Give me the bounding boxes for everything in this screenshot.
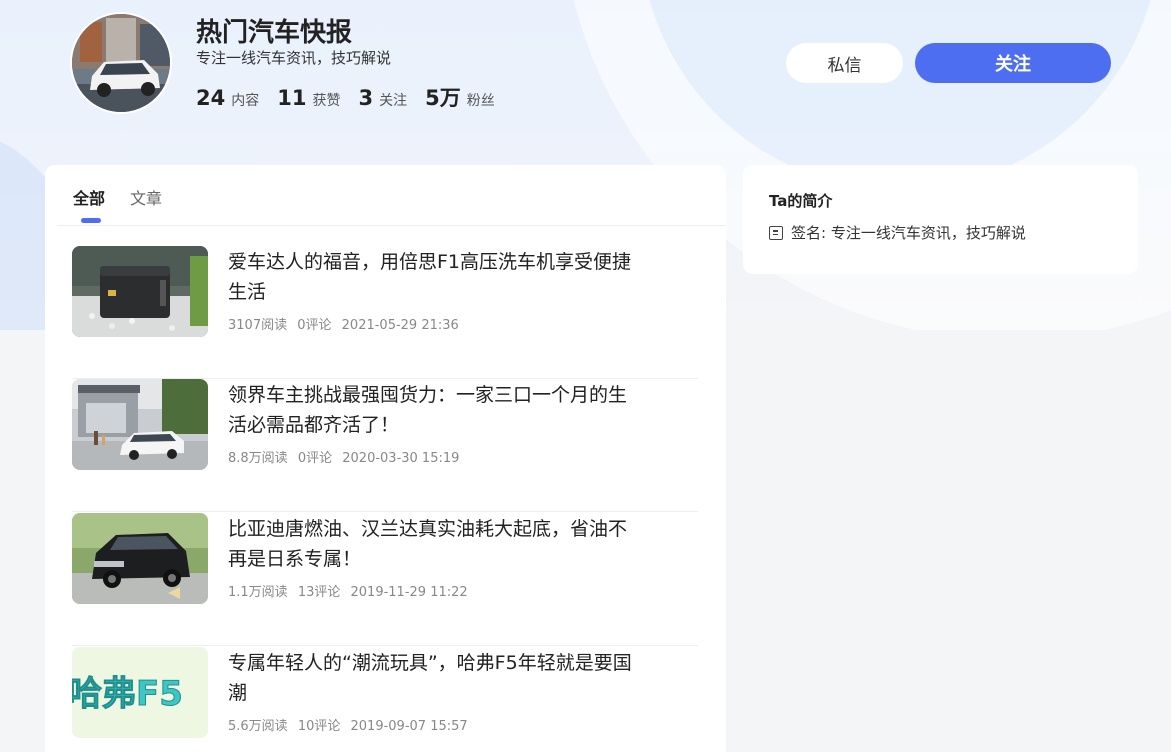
stat-label: 内容 — [231, 93, 260, 109]
profile-stats: 24 内容 11 获赞 3 关注 5万 粉丝 — [196, 82, 513, 112]
article-time: 2019-11-29 11:22 — [350, 585, 468, 600]
avatar[interactable] — [70, 12, 172, 114]
article-comments: 0评论 — [297, 451, 333, 466]
article-time: 2020-03-30 15:19 — [342, 451, 460, 466]
article-reads: 3107阅读 — [228, 318, 288, 333]
signature-icon — [769, 225, 783, 240]
intro-card: Ta的简介 签名: 专注一线汽车资讯，技巧解说 — [743, 165, 1138, 274]
article-title[interactable]: 比亚迪唐燃油、汉兰达真实油耗大起底，省油不再是日系专属！ — [228, 514, 638, 574]
article-meta: 1.1万阅读 13评论 2019-11-29 11:22 — [228, 581, 474, 600]
stat-number: 24 — [196, 86, 226, 110]
article-thumbnail[interactable] — [72, 379, 208, 470]
stat-number: 3 — [358, 86, 374, 110]
profile-name: 热门汽车快报 — [196, 18, 353, 48]
stat-label: 获赞 — [312, 93, 341, 109]
stat-label: 粉丝 — [466, 93, 495, 109]
article-reads: 1.1万阅读 — [228, 585, 288, 600]
tab-articles[interactable]: 文章 — [130, 185, 162, 221]
profile-header: 热门汽车快报 专注一线汽车资讯，技巧解说 24 内容 11 获赞 3 关注 5万… — [0, 0, 1171, 140]
article-thumbnail[interactable]: 哈弗F5 — [72, 647, 208, 738]
stat-following[interactable]: 3 关注 — [358, 86, 407, 110]
article-comments: 10评论 — [297, 719, 341, 734]
article-meta: 8.8万阅读 0评论 2020-03-30 15:19 — [228, 447, 465, 466]
article-item[interactable]: 爱车达人的福音，用倍思F1高压洗车机享受便捷生活 3107阅读 0评论 2021… — [72, 246, 698, 379]
article-item[interactable]: 比亚迪唐燃油、汉兰达真实油耗大起底，省油不再是日系专属！ 1.1万阅读 13评论… — [72, 513, 698, 646]
intro-signature: 签名: 专注一线汽车资讯，技巧解说 — [769, 222, 1026, 243]
message-button[interactable]: 私信 — [786, 43, 903, 83]
stat-label: 关注 — [379, 93, 408, 109]
article-item[interactable]: 哈弗F5 专属年轻人的“潮流玩具”，哈弗F5年轻就是要国潮 5.6万阅读 10评… — [72, 647, 698, 752]
article-thumbnail[interactable] — [72, 513, 208, 604]
stat-number: 5万 — [425, 86, 461, 110]
stat-number: 11 — [277, 86, 307, 110]
article-thumbnail[interactable] — [72, 246, 208, 337]
article-title[interactable]: 爱车达人的福音，用倍思F1高压洗车机享受便捷生活 — [228, 247, 638, 307]
follow-button[interactable]: 关注 — [915, 43, 1111, 83]
article-comments: 0评论 — [297, 318, 332, 333]
content-card: 全部 文章 爱车达人的福音，用倍思F1高压洗车机享受便捷生活 3107阅读 0评… — [45, 165, 726, 752]
signature-text: 签名: 专注一线汽车资讯，技巧解说 — [791, 224, 1026, 242]
stat-content[interactable]: 24 内容 — [196, 86, 259, 110]
article-title[interactable]: 领界车主挑战最强囤货力：一家三口一个月的生活必需品都齐活了！ — [228, 380, 638, 440]
content-tabs: 全部 文章 — [73, 185, 187, 223]
article-meta: 5.6万阅读 10评论 2019-09-07 15:57 — [228, 715, 474, 734]
tab-all[interactable]: 全部 — [73, 185, 105, 223]
article-reads: 5.6万阅读 — [228, 719, 288, 734]
article-comments: 13评论 — [297, 585, 341, 600]
article-time: 2021-05-29 21:36 — [341, 318, 459, 333]
article-title[interactable]: 专属年轻人的“潮流玩具”，哈弗F5年轻就是要国潮 — [228, 648, 638, 708]
profile-bio: 专注一线汽车资讯，技巧解说 — [196, 49, 392, 67]
intro-title: Ta的简介 — [769, 192, 833, 210]
stat-fans[interactable]: 5万 粉丝 — [425, 82, 495, 112]
article-meta: 3107阅读 0评论 2021-05-29 21:36 — [228, 314, 465, 333]
article-time: 2019-09-07 15:57 — [350, 719, 468, 734]
tabs-divider — [57, 225, 726, 226]
stat-likes: 11 获赞 — [277, 86, 340, 110]
article-item[interactable]: 领界车主挑战最强囤货力：一家三口一个月的生活必需品都齐活了！ 8.8万阅读 0评… — [72, 379, 698, 512]
haval-f5-text-graphic: 哈弗F5 — [72, 674, 183, 714]
article-reads: 8.8万阅读 — [228, 451, 288, 466]
